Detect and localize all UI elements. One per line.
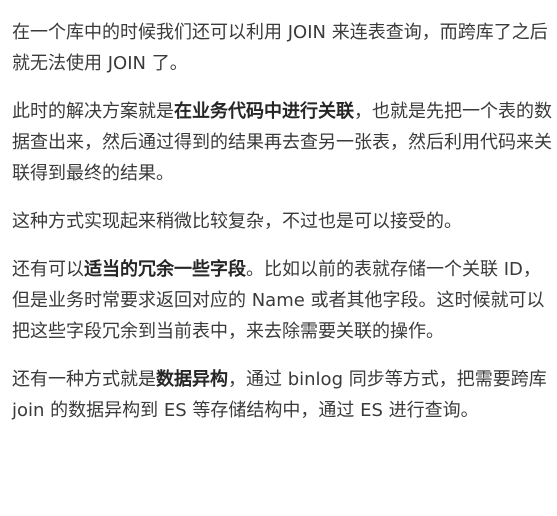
bold-phrase: 适当的冗余一些字段 [84,259,246,280]
article-body: 在一个库中的时候我们还可以利用 JOIN 来连表查询，而跨库了之后就无法使用 J… [0,0,557,426]
text-segment: 在一个库中的时候我们还可以利用 JOIN 来连表查询，而跨库了之后就无法使用 J… [12,22,548,74]
paragraph-join-limitation: 在一个库中的时候我们还可以利用 JOIN 来连表查询，而跨库了之后就无法使用 J… [12,17,557,79]
bold-phrase: 在业务代码中进行关联 [174,101,354,122]
paragraph-data-heterogeneity: 还有一种方式就是数据异构，通过 binlog 同步等方式，把需要跨库 join … [12,364,557,426]
bold-phrase: 数据异构 [156,369,228,390]
paragraph-complexity-note: 这种方式实现起来稍微比较复杂，不过也是可以接受的。 [12,206,557,237]
paragraph-code-association: 此时的解决方案就是在业务代码中进行关联，也就是先把一个表的数据查出来，然后通过得… [12,96,557,189]
paragraph-redundant-fields: 还有可以适当的冗余一些字段。比如以前的表就存储一个关联 ID，但是业务时常要求返… [12,254,557,347]
text-segment: 此时的解决方案就是 [12,101,174,122]
text-segment: 还有可以 [12,259,84,280]
text-segment: 还有一种方式就是 [12,369,156,390]
text-segment: 这种方式实现起来稍微比较复杂，不过也是可以接受的。 [12,211,462,232]
